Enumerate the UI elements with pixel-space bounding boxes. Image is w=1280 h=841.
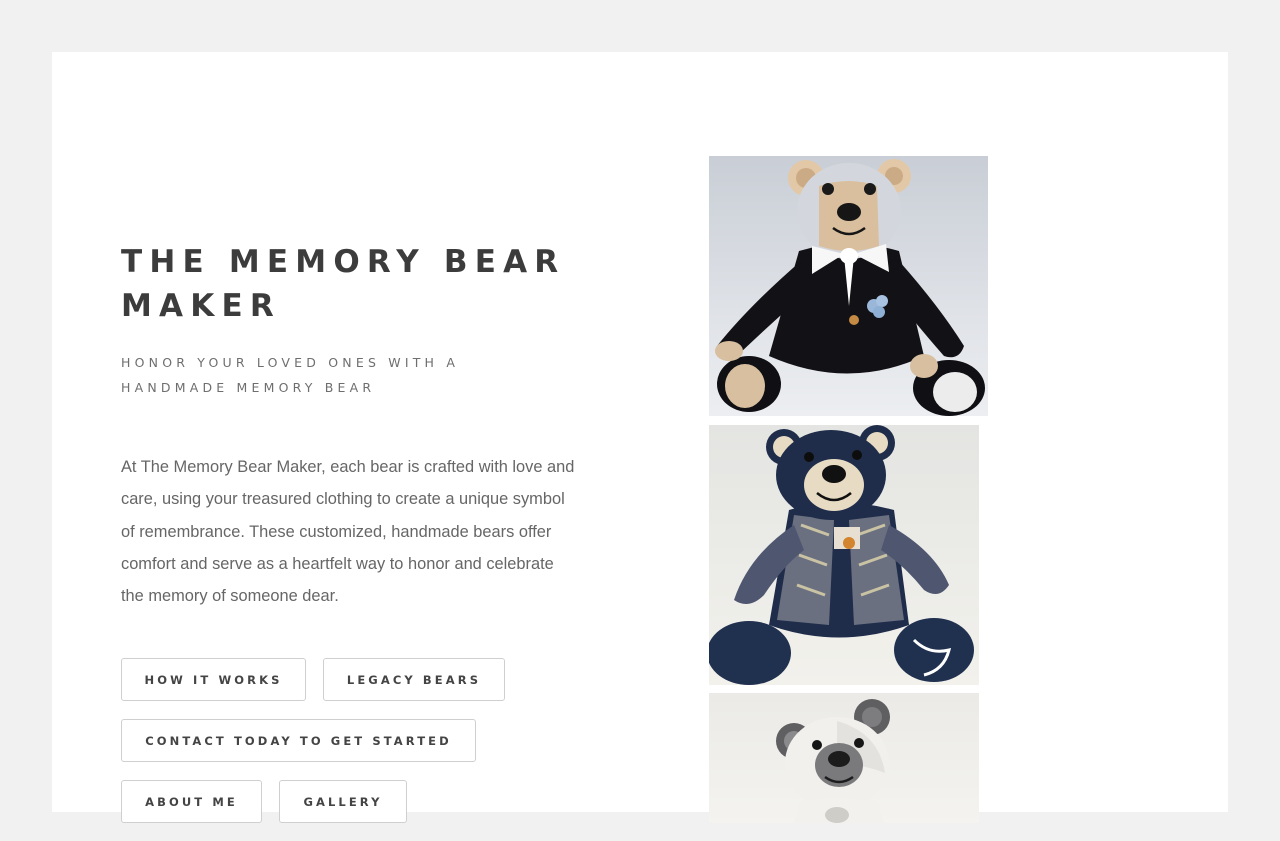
legacy-bears-button[interactable]: LEGACY BEARS — [323, 658, 505, 702]
hero-text-column: THE MEMORY BEAR MAKER HONOR YOUR LOVED O… — [121, 240, 591, 841]
gallery-button[interactable]: GALLERY — [279, 780, 407, 824]
denim-bear-photo — [709, 425, 979, 685]
site-title: THE MEMORY BEAR MAKER — [121, 244, 566, 324]
site-tagline: HONOR YOUR LOVED ONES WITH A HANDMADE ME… — [121, 355, 460, 395]
contact-button[interactable]: CONTACT TODAY TO GET STARTED — [121, 719, 476, 763]
content-card: THE MEMORY BEAR MAKER HONOR YOUR LOVED O… — [52, 52, 1228, 824]
about-me-button[interactable]: ABOUT ME — [121, 780, 262, 824]
tuxedo-bear-photo — [709, 156, 988, 416]
intro-paragraph: At The Memory Bear Maker, each bear is c… — [121, 458, 575, 606]
white-bear-photo — [709, 693, 979, 823]
button-group: HOW IT WORKS LEGACY BEARS CONTACT TODAY … — [121, 658, 591, 841]
how-it-works-button[interactable]: HOW IT WORKS — [121, 658, 306, 702]
